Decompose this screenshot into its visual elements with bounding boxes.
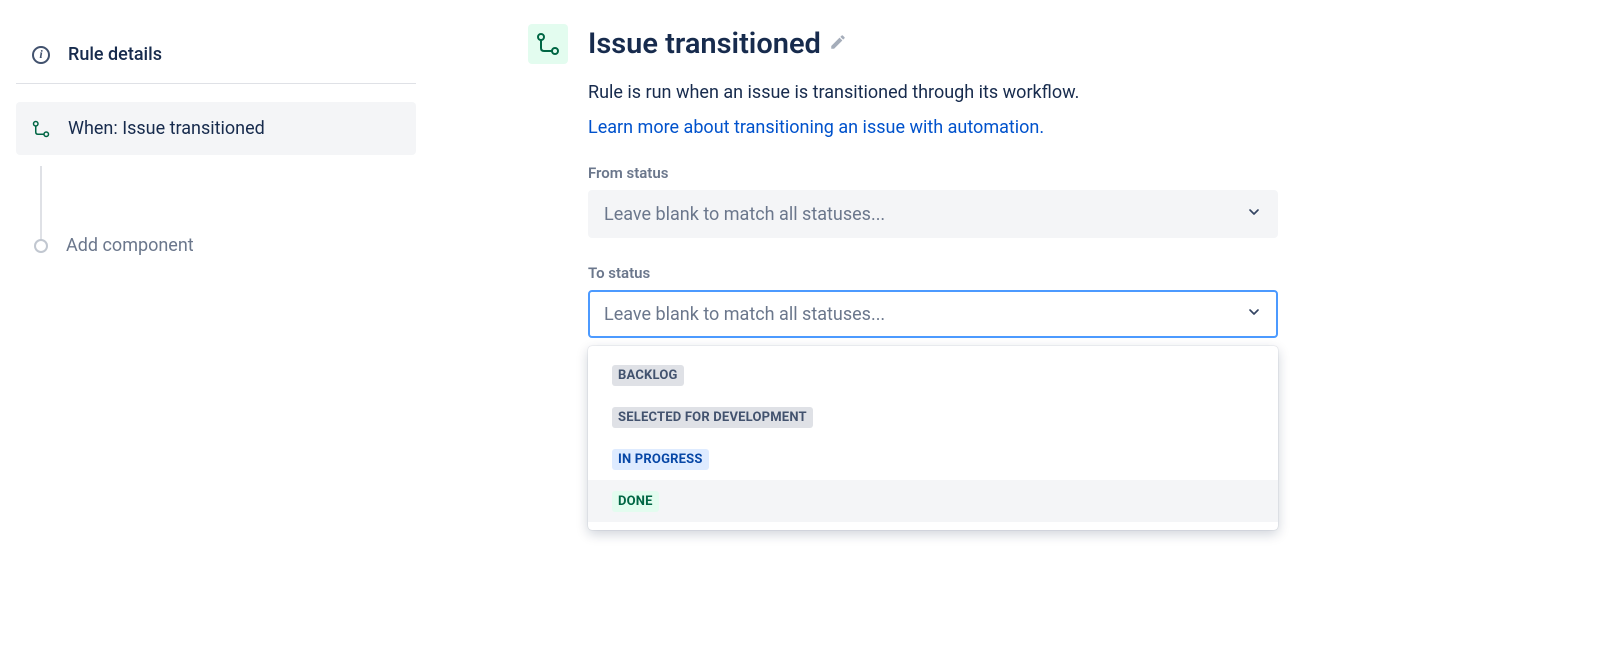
info-icon: i (32, 46, 50, 64)
edit-icon[interactable] (829, 33, 847, 56)
transition-icon (536, 32, 560, 56)
rule-details-label: Rule details (68, 44, 162, 65)
from-status-select[interactable]: Leave blank to match all statuses... (588, 190, 1278, 238)
add-component-label: Add component (66, 235, 194, 256)
description: Rule is run when an issue is transitione… (588, 82, 1560, 103)
chevron-down-icon (1246, 304, 1262, 324)
status-lozenge: IN PROGRESS (612, 449, 709, 470)
status-lozenge: SELECTED FOR DEVELOPMENT (612, 407, 813, 428)
from-status-label: From status (588, 164, 1560, 182)
main-body: Rule is run when an issue is transitione… (588, 82, 1560, 338)
trigger-icon-box (528, 24, 568, 64)
add-component-button[interactable]: Add component (16, 219, 416, 272)
main-panel: Issue transitioned Rule is run when an i… (416, 0, 1600, 338)
transition-icon (32, 120, 50, 138)
sidebar-trigger-item[interactable]: When: Issue transitioned (16, 102, 416, 155)
from-status-placeholder: Leave blank to match all statuses... (604, 204, 885, 225)
from-status-field: From status Leave blank to match all sta… (588, 164, 1560, 238)
page-title: Issue transitioned (588, 27, 847, 61)
status-option[interactable]: SELECTED FOR DEVELOPMENT (588, 396, 1278, 438)
sidebar-rule-details[interactable]: i Rule details (16, 40, 416, 84)
to-status-select[interactable]: Leave blank to match all statuses... (588, 290, 1278, 338)
add-dot-icon (34, 239, 48, 253)
status-lozenge: BACKLOG (612, 365, 684, 386)
main-header: Issue transitioned (528, 24, 1560, 64)
to-status-placeholder: Leave blank to match all statuses... (604, 304, 885, 325)
to-status-label: To status (588, 264, 1560, 282)
status-lozenge: DONE (612, 491, 659, 512)
status-option[interactable]: DONE (588, 480, 1278, 522)
chevron-down-icon (1246, 204, 1262, 224)
rule-sidebar: i Rule details When: Issue transitioned … (0, 0, 416, 338)
status-option[interactable]: IN PROGRESS (588, 438, 1278, 480)
trigger-label: When: Issue transitioned (68, 118, 265, 139)
learn-more-link[interactable]: Learn more about transitioning an issue … (588, 117, 1044, 138)
to-status-field: To status Leave blank to match all statu… (588, 264, 1560, 338)
page-title-text: Issue transitioned (588, 27, 821, 61)
status-option[interactable]: BACKLOG (588, 354, 1278, 396)
to-status-dropdown: BACKLOG SELECTED FOR DEVELOPMENT IN PROGRE… (588, 346, 1278, 530)
